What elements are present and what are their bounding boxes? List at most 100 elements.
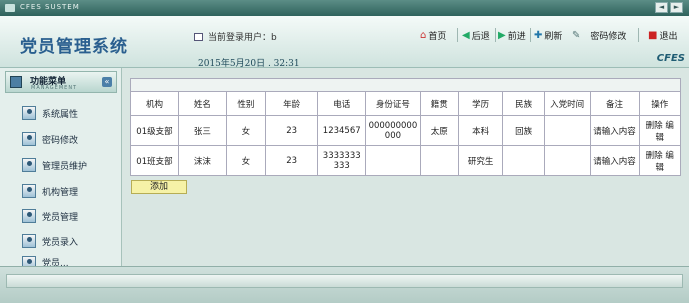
back-arrow-button[interactable]: ◄ — [655, 2, 668, 13]
user-avatar-icon — [22, 234, 36, 248]
sidebar-item-member-management[interactable]: 党员管理 — [22, 207, 78, 225]
col-header: 性别 — [225, 91, 267, 116]
col-header: 民族 — [502, 91, 545, 116]
app-logo-icon — [5, 4, 15, 12]
home-icon: ⌂ — [420, 29, 427, 41]
nav-back[interactable]: ◀ 后退 — [462, 28, 490, 42]
sidebar: 功能菜单 MANAGEMENT « 系统属性 密码修改 管理员维护 机构管理 党… — [0, 68, 122, 266]
cell: 3333333333 — [317, 145, 367, 176]
nav-divider — [530, 28, 531, 42]
sidebar-item-label: 管理员维护 — [42, 161, 88, 172]
col-header: 电话 — [317, 91, 367, 116]
forward-icon: ▶ — [498, 29, 506, 41]
nav-refresh-label: 刷新 — [544, 31, 563, 42]
nav-back-label: 后退 — [471, 31, 490, 42]
system-title: 党员管理系统 — [20, 37, 128, 57]
cell: 23 — [265, 145, 319, 176]
col-header: 入党时间 — [543, 91, 591, 116]
status-bar — [6, 274, 683, 288]
table-row: 01级支部 张三 女 23 1234567 000000000000 太原 本科… — [130, 115, 681, 146]
cell-remark: 请输入内容 — [589, 115, 640, 146]
sidebar-item-member-entry[interactable]: 党员录入 — [22, 232, 78, 250]
cell: 女 — [225, 115, 267, 146]
col-header: 年龄 — [265, 91, 319, 116]
cell: 1234567 — [317, 115, 367, 146]
nav-forward-label: 前进 — [507, 31, 526, 42]
current-user: 当前登录用户：b — [194, 30, 277, 43]
sidebar-item-member-query[interactable]: 党员... — [22, 256, 69, 266]
sidebar-item-label: 系统属性 — [42, 109, 79, 120]
refresh-icon: ✚ — [534, 29, 543, 41]
current-user-label: 当前登录用户：b — [208, 33, 277, 43]
brand-logo: CFES — [656, 53, 685, 64]
col-header: 机构 — [130, 91, 179, 116]
nav-logout[interactable]: ■ 退出 — [648, 28, 677, 42]
menu-icon — [10, 76, 22, 88]
cell — [502, 145, 545, 176]
menu-subtitle: MANAGEMENT — [31, 85, 78, 91]
cell: 研究生 — [457, 145, 504, 176]
footer — [0, 266, 689, 303]
cell: 回族 — [502, 115, 545, 146]
user-avatar-icon — [22, 158, 36, 172]
nav-home-label: 首页 — [428, 31, 447, 42]
edit-pen-icon: ✎ — [572, 29, 581, 41]
cell: 太原 — [419, 115, 459, 146]
logout-icon: ■ — [648, 29, 658, 41]
cell — [365, 145, 421, 176]
cell — [419, 145, 459, 176]
add-button[interactable]: 添加 — [131, 180, 187, 194]
sidebar-item-label: 密码修改 — [42, 135, 79, 146]
nav-divider — [457, 28, 458, 42]
col-header: 操作 — [638, 91, 681, 116]
nav-refresh[interactable]: ✚ 刷新 — [534, 28, 562, 42]
sidebar-item-label: 党员管理 — [42, 212, 79, 223]
table-header-row: 机构 姓名 性别 年龄 电话 身份证号 籍贯 学历 民族 入党时间 备注 操作 — [130, 91, 681, 116]
nav-password[interactable]: ✎ 密码修改 — [572, 28, 626, 42]
sidebar-item-label: 党员录入 — [42, 237, 79, 248]
sidebar-item-system-properties[interactable]: 系统属性 — [22, 104, 78, 122]
function-menu-header[interactable]: 功能菜单 MANAGEMENT « — [5, 71, 117, 93]
cell-remark: 请输入内容 — [589, 145, 640, 176]
col-header: 籍贯 — [419, 91, 459, 116]
row-actions[interactable]: 删除 编辑 — [638, 145, 681, 176]
datetime: 2015年5月20日 . 32:31 — [198, 59, 300, 69]
user-card-icon — [194, 33, 203, 41]
table-row: 01班支部 沫沫 女 23 3333333333 研究生 请输入内容 删除 编辑 — [130, 145, 681, 176]
cell: 23 — [265, 115, 319, 146]
sidebar-item-org-management[interactable]: 机构管理 — [22, 182, 78, 200]
sidebar-item-password-change[interactable]: 密码修改 — [22, 130, 78, 148]
user-avatar-icon — [22, 256, 36, 266]
cell: 01级支部 — [130, 115, 179, 146]
cell: 000000000000 — [365, 115, 421, 146]
nav-forward[interactable]: ▶ 前进 — [498, 28, 526, 42]
nav-divider — [638, 28, 639, 42]
user-avatar-icon — [22, 184, 36, 198]
app-name: CFES SUSTEM — [20, 3, 80, 11]
user-avatar-icon — [22, 132, 36, 146]
cell: 张三 — [177, 115, 227, 146]
cell: 01班支部 — [130, 145, 179, 176]
cell — [543, 145, 591, 176]
nav-logout-label: 退出 — [659, 31, 678, 42]
member-table: 机构 姓名 性别 年龄 电话 身份证号 籍贯 学历 民族 入党时间 备注 操作 … — [130, 91, 681, 176]
cell: 本科 — [457, 115, 504, 146]
window-titlebar: CFES SUSTEM ◄ ► — [0, 0, 689, 16]
user-avatar-icon — [22, 106, 36, 120]
sidebar-item-admin-maintenance[interactable]: 管理员维护 — [22, 156, 87, 174]
sidebar-item-label: 机构管理 — [42, 187, 79, 198]
col-header: 姓名 — [177, 91, 227, 116]
collapse-chevron-icon[interactable]: « — [102, 77, 112, 87]
table-toolbar — [130, 78, 681, 91]
forward-arrow-button[interactable]: ► — [670, 2, 683, 13]
nav-home[interactable]: ⌂ 首页 — [420, 28, 446, 42]
back-icon: ◀ — [462, 29, 470, 41]
col-header: 身份证号 — [365, 91, 421, 116]
nav-password-label: 密码修改 — [590, 31, 627, 42]
sidebar-item-label: 党员... — [42, 259, 69, 266]
cell: 女 — [225, 145, 267, 176]
row-actions[interactable]: 删除 编辑 — [638, 115, 681, 146]
col-header: 学历 — [457, 91, 504, 116]
user-avatar-icon — [22, 209, 36, 223]
col-header: 备注 — [589, 91, 640, 116]
